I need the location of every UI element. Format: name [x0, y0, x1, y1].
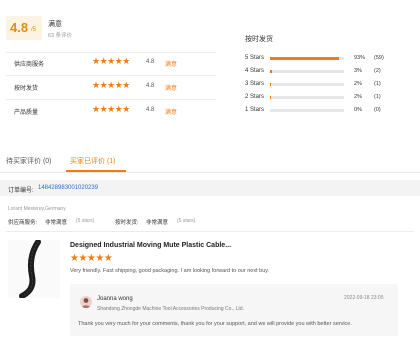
on-time-value: 非常满意: [146, 220, 169, 226]
reply-text: Thank you very much for your comments, t…: [78, 321, 352, 327]
tab-pending-reviews[interactable]: 待买家评价 (0): [6, 156, 52, 166]
dist-fill-4: [270, 70, 273, 73]
buyer-name: Lorant Mesterey,Germany: [8, 206, 66, 212]
dist-bar-2: [270, 96, 344, 99]
dist-percent-4: 3%: [354, 68, 362, 74]
cable-chain-icon: [19, 239, 41, 299]
reply-date: 2022-09-18 23:05: [344, 295, 384, 301]
overall-score: 4.8: [10, 20, 29, 35]
dist-count-4: (2): [374, 68, 381, 74]
dist-label-1: 1 Stars: [245, 107, 265, 113]
row-stars-on-time: ★★★★★: [92, 80, 130, 90]
row-tag-supplier-service: 满意: [165, 62, 178, 68]
dist-count-3: (1): [374, 81, 381, 87]
row-label-on-time: 按时发货: [14, 86, 39, 92]
row-tag-on-time: 满意: [165, 86, 178, 92]
row-score-on-time: 4.8: [146, 83, 155, 89]
dist-label-2: 2 Stars: [245, 94, 265, 100]
dist-label-5: 5 Stars: [245, 55, 265, 61]
dist-count-2: (1): [374, 94, 381, 100]
on-time-stars: (5 stars): [177, 218, 196, 224]
tabs-divider: [0, 172, 420, 173]
dist-percent-2: 2%: [354, 94, 362, 100]
satisfaction-label: 满意: [48, 21, 62, 28]
product-title-link[interactable]: Designed Industrial Moving Mute Plastic …: [70, 242, 231, 249]
review-stars: ★★★★★: [70, 253, 113, 264]
dist-count-5: (59): [374, 55, 384, 61]
dist-percent-5: 93%: [354, 55, 366, 61]
row-stars-supplier-service: ★★★★★: [92, 56, 130, 66]
order-number-link[interactable]: 148428983001020239: [38, 185, 98, 191]
reply-author: Joanna wong: [97, 296, 133, 302]
product-image[interactable]: [8, 239, 60, 299]
supplier-service-value: 非常满意: [45, 220, 68, 226]
dist-bar-4: [270, 70, 344, 73]
dist-bar-3: [270, 83, 344, 86]
supplier-service-stars: (5 stars): [76, 218, 95, 224]
row-label-supplier-service: 供应商服务: [14, 62, 45, 68]
divider: [6, 231, 414, 232]
dist-fill-2: [270, 96, 272, 99]
on-time-label: 按时发货:: [115, 220, 139, 226]
dist-fill-3: [270, 83, 272, 86]
dist-fill-5: [270, 57, 339, 60]
avatar-person-icon: [81, 298, 91, 308]
row-score-product-quality: 4.8: [146, 107, 155, 113]
review-text: Very friendly. Fast shipping, good packa…: [70, 268, 270, 274]
tab-buyer-reviewed[interactable]: 买家已评价 (1): [70, 156, 116, 166]
dist-bar-5: [270, 57, 344, 60]
distribution-title: 按时发货: [245, 36, 273, 43]
dist-label-3: 3 Stars: [245, 81, 265, 87]
row-stars-product-quality: ★★★★★: [92, 104, 130, 114]
dist-percent-1: 0%: [354, 107, 362, 113]
row-tag-product-quality: 满意: [165, 110, 178, 116]
reply-company: Shandong Zhongde Machine Tool Accessorie…: [97, 306, 244, 312]
dist-label-4: 4 Stars: [245, 68, 265, 74]
divider: [6, 99, 216, 100]
divider: [6, 75, 216, 76]
row-score-supplier-service: 4.8: [146, 59, 155, 65]
row-label-product-quality: 产品质量: [14, 110, 39, 116]
dist-bar-1: [270, 109, 344, 112]
supplier-service-label: 供应商服务:: [8, 220, 38, 226]
order-label: 订单编号:: [8, 188, 34, 194]
review-count: 63 条评价: [48, 33, 73, 39]
divider: [6, 52, 216, 53]
dist-percent-3: 2%: [354, 81, 362, 87]
avatar: [80, 296, 92, 308]
dist-count-1: (0): [374, 107, 381, 113]
score-denominator: /5: [31, 27, 37, 33]
